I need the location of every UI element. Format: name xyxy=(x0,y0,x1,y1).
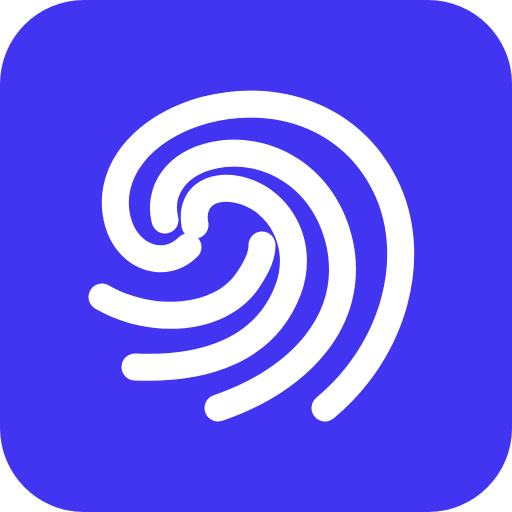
app-icon[interactable] xyxy=(0,0,512,512)
fingerprint-icon xyxy=(0,0,512,512)
